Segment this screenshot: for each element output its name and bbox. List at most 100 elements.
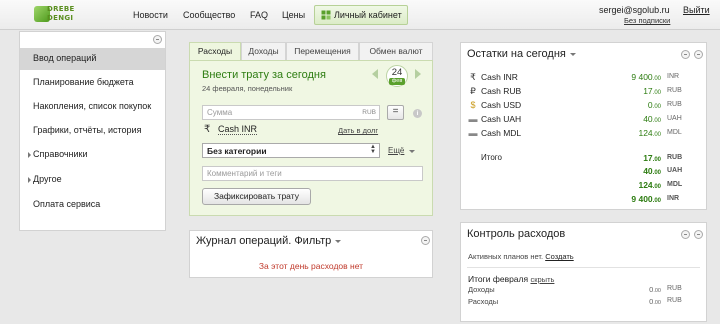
- income-currency: RUB: [667, 285, 682, 292]
- month-totals: Итоги февраля скрыть: [468, 274, 555, 284]
- balance-currency: UAH: [667, 115, 682, 122]
- top-bar: DREBE DENGI Новости Сообщество FAQ Цены …: [0, 0, 720, 30]
- tab-exchange[interactable]: Обмен валют: [359, 42, 433, 60]
- total-amount: 124.00: [638, 180, 661, 190]
- income-amount: 0.00: [649, 285, 661, 294]
- balance-account-name: Cash UAH: [481, 114, 522, 124]
- expense-currency: RUB: [667, 297, 682, 304]
- nav-faq[interactable]: FAQ: [250, 10, 268, 20]
- hide-totals-link[interactable]: скрыть: [530, 275, 554, 284]
- sidebar: Ввод операций Планирование бюджета Накоп…: [19, 31, 166, 231]
- balance-currency: INR: [667, 73, 680, 80]
- balances-title[interactable]: Остатки на сегодня: [467, 48, 576, 60]
- total-label: Итого: [481, 153, 502, 162]
- journal-collapse-icon[interactable]: [421, 236, 430, 245]
- chevron-down-icon: [409, 150, 415, 153]
- previous-day-icon[interactable]: [372, 69, 378, 79]
- calculator-button[interactable]: =: [387, 105, 404, 120]
- control-title: Контроль расходов: [467, 228, 566, 240]
- balance-amount: 9 400.00: [631, 72, 661, 82]
- sidebar-item-other[interactable]: Другое: [20, 169, 165, 191]
- calendar-day: 24: [391, 67, 403, 78]
- logo-text-line-1: DREBE: [47, 5, 75, 13]
- ruble-icon: ₽: [470, 86, 476, 96]
- sidebar-collapse-icon[interactable]: [153, 35, 162, 44]
- more-link[interactable]: Ещё: [388, 146, 404, 155]
- total-currency: MDL: [667, 181, 683, 188]
- sidebar-item-directories[interactable]: Справочники: [20, 144, 165, 166]
- expense-amount: 0.00: [649, 297, 661, 306]
- sidebar-item-payment[interactable]: Оплата сервиса: [20, 194, 165, 216]
- sidebar-item-budget[interactable]: Планирование бюджета: [20, 72, 165, 94]
- sidebar-item-operations[interactable]: Ввод операций: [20, 48, 165, 70]
- balance-account-name: Cash MDL: [481, 128, 522, 138]
- category-value: Без категории: [207, 146, 267, 156]
- balance-amount: 0.00: [647, 100, 661, 110]
- next-day-icon[interactable]: [415, 69, 421, 79]
- lend-link[interactable]: Дать в долг: [338, 126, 378, 135]
- chevron-down-icon: [569, 52, 576, 56]
- balance-currency: RUB: [667, 87, 682, 94]
- comment-input[interactable]: Комментарий и теги: [202, 166, 423, 181]
- account-selector[interactable]: Cash INR: [218, 124, 258, 135]
- category-select[interactable]: Без категории ▲ ▼: [202, 143, 380, 158]
- sidebar-item-reports[interactable]: Графики, отчёты, история: [20, 120, 165, 142]
- balance-account-name: Cash USD: [481, 100, 522, 110]
- calendar-month: фев: [389, 78, 405, 85]
- sidebar-item-label: Планирование бюджета: [33, 77, 134, 87]
- tab-income[interactable]: Доходы: [241, 42, 286, 60]
- tab-transfers[interactable]: Перемещения: [286, 42, 359, 60]
- nav-personal-cabinet-label: Личный кабинет: [334, 10, 402, 20]
- balance-row[interactable]: ▬ Cash MDL 124.00 MDL: [461, 128, 706, 141]
- sidebar-item-savings[interactable]: Накопления, список покупок: [20, 96, 165, 118]
- expense-label: Расходы: [468, 297, 499, 306]
- sidebar-item-label: Оплата сервиса: [33, 199, 101, 209]
- balance-account-name: Cash RUB: [481, 86, 522, 96]
- balance-row[interactable]: ▬ Cash UAH 40.00 UAH: [461, 114, 706, 127]
- journal-empty-message: За этот день расходов нет: [258, 261, 364, 271]
- logo[interactable]: DREBE DENGI: [34, 4, 78, 26]
- balance-amount: 124.00: [638, 128, 661, 138]
- comment-placeholder: Комментарий и теги: [207, 169, 282, 178]
- nav-prices[interactable]: Цены: [282, 10, 305, 20]
- rupee-icon: ₹: [204, 124, 211, 135]
- logo-text-line-2: DENGI: [47, 14, 74, 22]
- tab-expenses[interactable]: Расходы: [189, 42, 241, 61]
- balances-close-icon[interactable]: [694, 50, 703, 59]
- select-arrows-icon: ▲ ▼: [370, 144, 376, 155]
- nav-community[interactable]: Сообщество: [183, 10, 235, 20]
- balance-row[interactable]: ₽ Cash RUB 17.00 RUB: [461, 86, 706, 99]
- info-icon[interactable]: i: [413, 109, 422, 118]
- amount-placeholder: Сумма: [207, 108, 233, 117]
- total-currency: UAH: [667, 167, 683, 174]
- sidebar-item-label: Справочники: [33, 149, 88, 159]
- divider: [467, 267, 700, 268]
- nav-personal-cabinet[interactable]: Личный кабинет: [314, 5, 408, 25]
- subscription-link[interactable]: Без подписки: [624, 16, 670, 25]
- amount-input[interactable]: Сумма RUB: [202, 105, 380, 120]
- balance-row[interactable]: ₹ Cash INR 9 400.00 INR: [461, 72, 706, 85]
- sidebar-item-label: Ввод операций: [33, 53, 97, 63]
- calendar-badge[interactable]: 24 фев: [386, 65, 408, 87]
- control-collapse-icon[interactable]: [681, 230, 690, 239]
- balance-amount: 40.00: [643, 114, 661, 124]
- sidebar-item-label: Другое: [33, 174, 62, 184]
- balance-currency: RUB: [667, 101, 682, 108]
- journal-title[interactable]: Журнал операций. Фильтр: [196, 235, 342, 247]
- user-email[interactable]: sergei@sgolub.ru: [599, 5, 670, 15]
- balances-collapse-icon[interactable]: [681, 50, 690, 59]
- nav-news[interactable]: Новости: [133, 10, 168, 20]
- balance-row[interactable]: $ Cash USD 0.00 RUB: [461, 100, 706, 113]
- total-amount: 40.00: [643, 166, 661, 176]
- balance-currency: MDL: [667, 129, 682, 136]
- control-close-icon[interactable]: [694, 230, 703, 239]
- wallet-icon: ▬: [468, 128, 478, 138]
- no-plans-text: Активных планов нет. Создать: [468, 252, 574, 261]
- cabinet-icon: [321, 10, 331, 20]
- chevron-down-icon: [335, 239, 342, 243]
- expense-control-panel: Контроль расходов Активных планов нет. С…: [460, 222, 707, 322]
- create-plan-link[interactable]: Создать: [545, 252, 574, 261]
- logout-link[interactable]: Выйти: [683, 5, 710, 15]
- submit-expense-button[interactable]: Зафиксировать трату: [202, 188, 311, 205]
- amount-unit: RUB: [362, 109, 376, 116]
